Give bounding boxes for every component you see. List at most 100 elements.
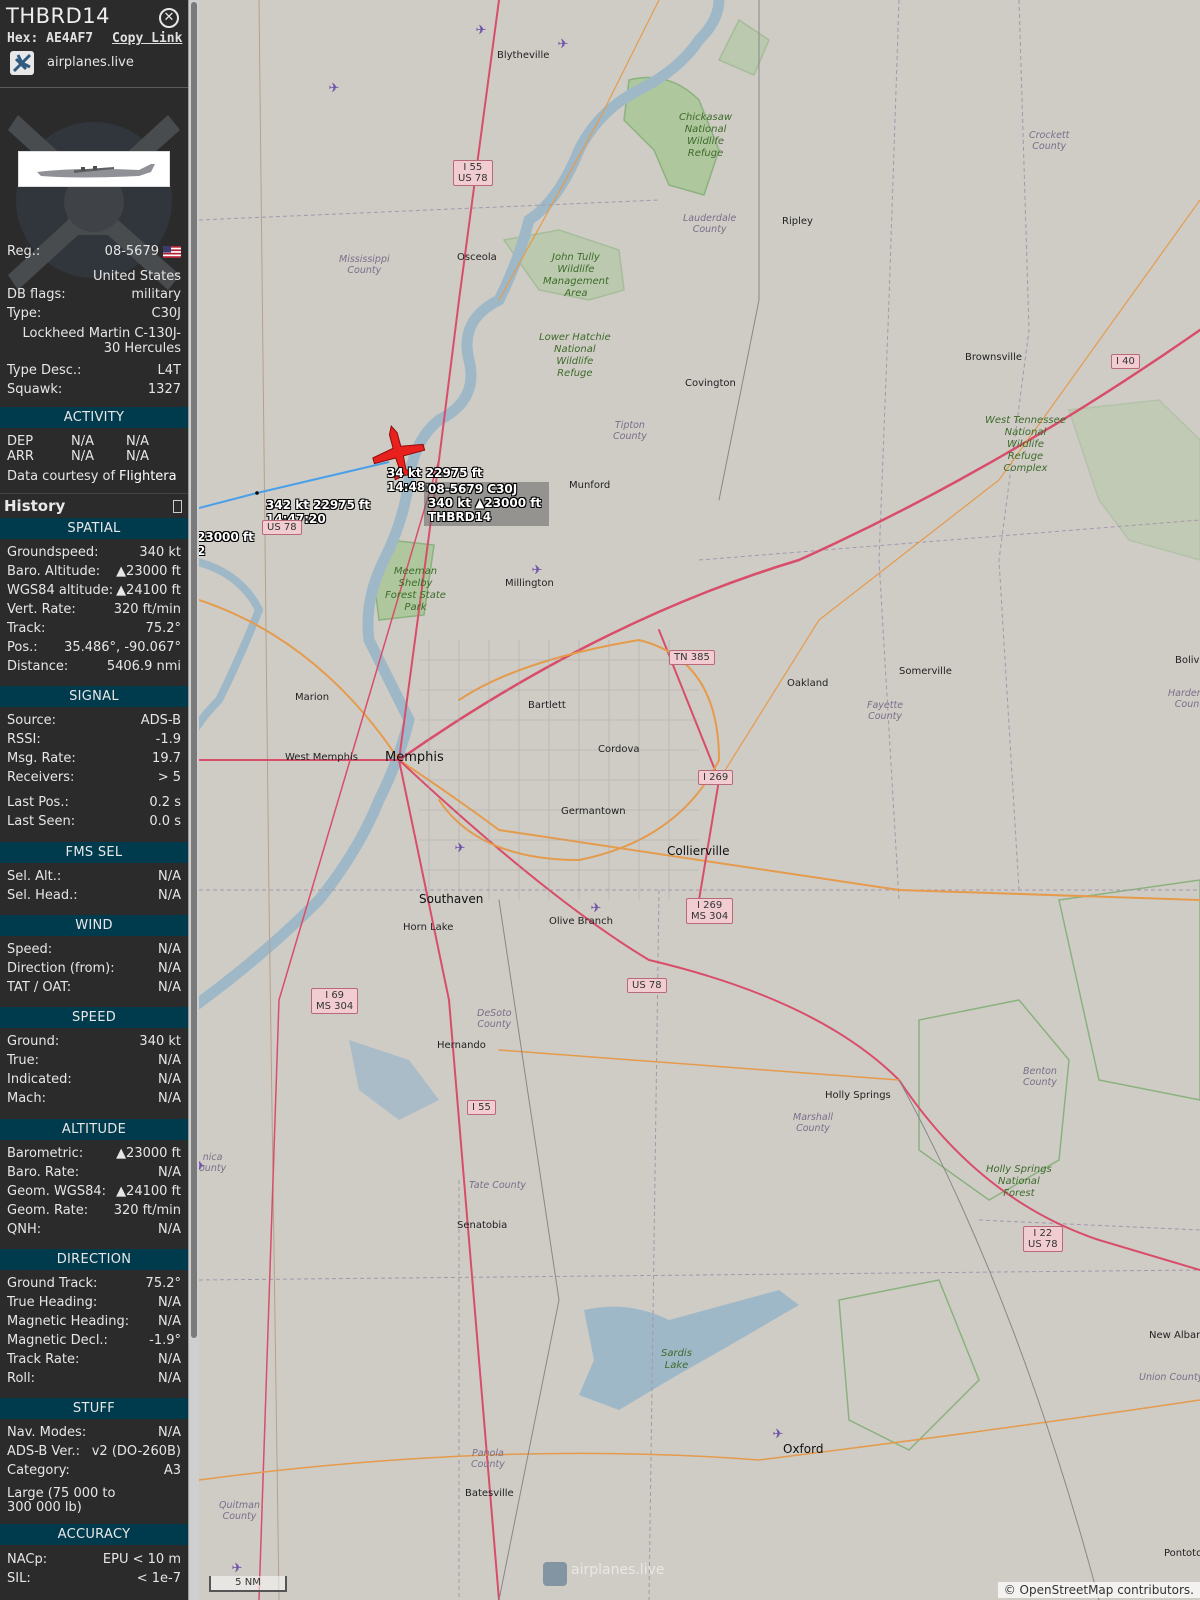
section-accuracy[interactable]: ACCURACY [0, 1524, 188, 1545]
track-label-3-line2: 2 [199, 544, 206, 558]
fms-row-label: Sel. Head.: [7, 888, 78, 903]
divider [0, 87, 188, 88]
county-label: DeSoto County [477, 1008, 512, 1030]
expand-icon[interactable] [173, 500, 182, 513]
stuff-row-label: ADS-B Ver.: [7, 1444, 80, 1459]
route-shield: I 40 [1111, 354, 1140, 369]
section-wind[interactable]: WIND [0, 915, 188, 936]
speed-row-label: Mach: [7, 1091, 46, 1106]
arr-row: ARR N/A N/A [7, 448, 181, 466]
type-full-line2: 30 Hercules [103, 341, 181, 356]
fms-row-value: N/A [158, 869, 181, 884]
place-label: Osceola [457, 252, 497, 263]
source-name: airplanes.live [47, 55, 134, 70]
aircraft-photo[interactable] [18, 151, 170, 187]
signal-row-value: ADS-B [140, 713, 181, 728]
spatial-row-label: Track: [7, 621, 46, 636]
sidebar-scrollbar[interactable] [188, 0, 199, 1600]
direction-row-label: Magnetic Heading: [7, 1314, 130, 1329]
section-signal[interactable]: SIGNAL [0, 686, 188, 707]
track-label-1-line1: 342 kt 22975 ft [266, 498, 371, 512]
park-label: West Tennessee National Wildlife Refuge … [985, 415, 1066, 474]
county-label: Panola County [471, 1448, 505, 1470]
wind-row: Direction (from): N/A [7, 960, 181, 978]
route-shield: I 22 US 78 [1023, 1226, 1063, 1252]
section-spatial[interactable]: SPATIAL [0, 518, 188, 539]
airport-icon[interactable]: ✈ [589, 902, 603, 916]
squawk-label: Squawk: [7, 382, 63, 397]
signal-row: Msg. Rate: 19.7 [7, 750, 181, 768]
scrollbar-thumb[interactable] [191, 2, 197, 1338]
signal-row-value: > 5 [157, 770, 181, 785]
section-speed[interactable]: SPEED [0, 1007, 188, 1028]
wind-row: Speed: N/A [7, 941, 181, 959]
flightera-link[interactable]: Flightera [119, 468, 177, 486]
spatial-row-label: WGS84 altitude: [7, 583, 114, 598]
type-label: Type: [7, 306, 42, 321]
direction-row-label: Track Rate: [7, 1352, 80, 1367]
altitude-row-value: N/A [158, 1165, 181, 1180]
speed-row-value: N/A [158, 1072, 181, 1087]
speed-row: Ground: 340 kt [7, 1033, 181, 1051]
spatial-row-label: Pos.: [7, 640, 38, 655]
route-shield: US 78 [627, 978, 667, 993]
airport-icon[interactable]: ✈ [199, 1160, 207, 1174]
reg-value: 08-5679 [104, 244, 159, 259]
history-toggle[interactable]: History [0, 493, 188, 520]
wind-row: TAT / OAT: N/A [7, 979, 181, 997]
typedesc-row: Type Desc.: L4T [7, 362, 181, 380]
copy-link[interactable]: Copy Link [112, 31, 182, 46]
airport-icon[interactable]: ✈ [530, 564, 544, 578]
callsign-title: THBRD14 [6, 4, 111, 28]
direction-row-value: -1.9° [149, 1333, 181, 1348]
aircraft-label[interactable]: 08-5679 C30J 340 kt ▲23000 ft THBRD14 [424, 482, 549, 526]
airport-icon[interactable]: ✈ [474, 24, 488, 38]
place-label: Horn Lake [403, 922, 454, 933]
place-label: Boliva [1175, 655, 1200, 666]
map-attribution[interactable]: © OpenStreetMap contributors. [997, 1582, 1200, 1598]
park-label: John Tully Wildlife Management Area [543, 252, 609, 299]
section-direction[interactable]: DIRECTION [0, 1249, 188, 1270]
section-stuff[interactable]: STUFF [0, 1398, 188, 1419]
typedesc-value: L4T [157, 363, 181, 378]
route-shield: US 78 [262, 520, 302, 535]
place-label: Blytheville [497, 50, 550, 61]
airplanes-live-watermark-icon [543, 1562, 567, 1586]
scale-bar: 5 NM [209, 1576, 287, 1592]
county-label: Tipton County [613, 420, 647, 442]
county-label: Benton County [1023, 1066, 1057, 1088]
county-label: Fayette County [867, 700, 904, 722]
spatial-row: Groundspeed: 340 kt [7, 544, 181, 562]
altitude-row: Barometric: ▲23000 ft [7, 1145, 181, 1163]
section-fms[interactable]: FMS SEL [0, 842, 188, 863]
airport-icon[interactable]: ✈ [327, 82, 341, 96]
altitude-row-value: ▲23000 ft [116, 1146, 181, 1161]
map-view[interactable]: 342 kt 22975 ft 14:47:20 34 kt 22975 ft … [199, 0, 1200, 1600]
airport-icon[interactable]: ✈ [556, 38, 570, 52]
direction-row-value: N/A [158, 1295, 181, 1310]
airport-icon[interactable]: ✈ [453, 842, 467, 856]
section-activity[interactable]: ACTIVITY [0, 407, 188, 428]
park-label: Meeman Shelby Forest State Park [385, 566, 446, 613]
arr-label: ARR [7, 449, 34, 464]
route-shield: I 269 [698, 770, 734, 785]
spatial-row: Vert. Rate: 320 ft/min [7, 601, 181, 619]
airport-icon[interactable]: ✈ [771, 1428, 785, 1442]
place-label: Somerville [899, 666, 952, 677]
close-icon[interactable]: ✕ [159, 8, 179, 28]
squawk-value: 1327 [147, 382, 181, 397]
fms-row-label: Sel. Alt.: [7, 869, 62, 884]
place-label: West Memphis [285, 752, 358, 763]
park-label: Sardis Lake [661, 1348, 692, 1371]
signal-row-label: Msg. Rate: [7, 751, 76, 766]
spatial-row-label: Groundspeed: [7, 545, 99, 560]
type-value: C30J [151, 306, 181, 321]
altitude-row: QNH: N/A [7, 1221, 181, 1239]
aircraft-info-sidebar: THBRD14 ✕ Hex: AE4AF7 Copy Link airplane… [0, 0, 188, 1600]
dbflags-value: military [131, 287, 181, 302]
airport-icon[interactable]: ✈ [230, 1562, 244, 1576]
signal-row: RSSI: -1.9 [7, 731, 181, 749]
county-label: Marshall County [793, 1112, 833, 1134]
section-altitude[interactable]: ALTITUDE [0, 1119, 188, 1140]
stuff-row-label: Category: [7, 1463, 70, 1478]
